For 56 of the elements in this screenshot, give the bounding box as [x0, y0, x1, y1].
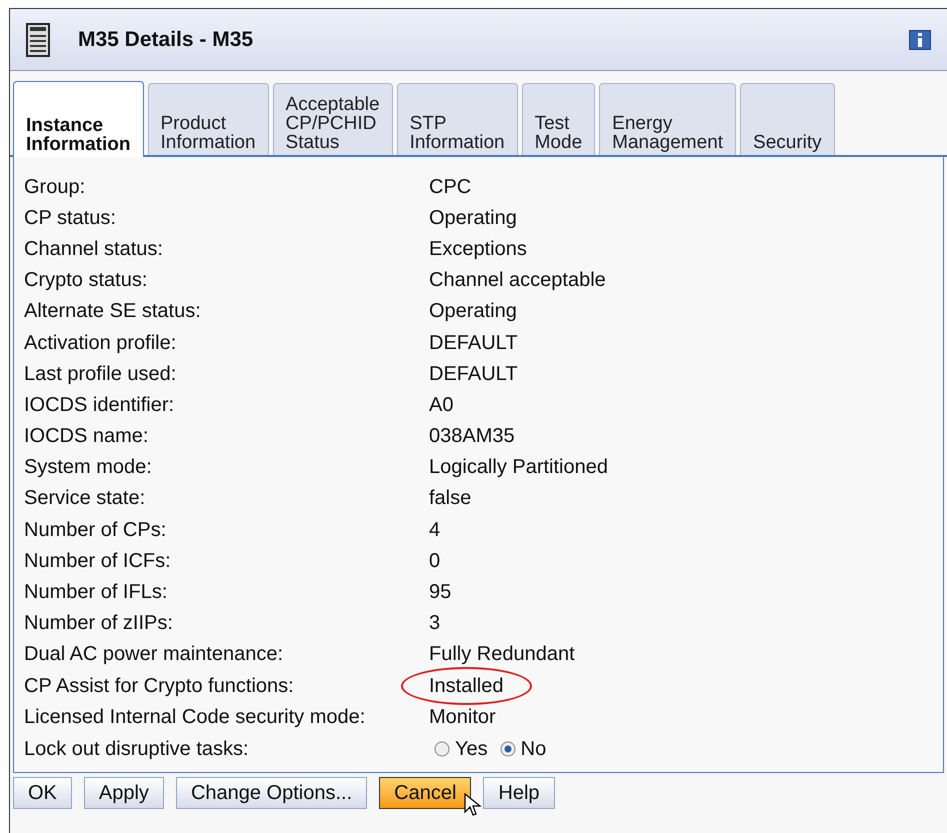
- field-label: CP status:: [24, 206, 117, 231]
- tab[interactable]: Security: [740, 83, 835, 155]
- field-label: Number of CPs:: [24, 518, 168, 543]
- computer-icon: [26, 22, 50, 56]
- field-label: System mode:: [24, 455, 153, 480]
- field-value: DEFAULT: [429, 362, 518, 387]
- field-label: Number of IFLs:: [24, 580, 168, 606]
- dialog-button[interactable]: Help: [483, 777, 555, 809]
- field-label: Group:: [24, 174, 86, 200]
- field-value: 4: [429, 518, 440, 543]
- radio-button[interactable]: [434, 741, 450, 758]
- field-value: Channel acceptable: [429, 268, 606, 294]
- field-value: Installed: [403, 668, 530, 703]
- field-value: Operating: [429, 299, 517, 324]
- field-label: Alternate SE status:: [24, 299, 202, 324]
- field-value: Exceptions: [429, 236, 527, 262]
- window-title: M35 Details - M35: [78, 26, 254, 53]
- dialog-button[interactable]: OK: [13, 777, 72, 809]
- info-icon[interactable]: [909, 30, 931, 50]
- field-label: Crypto status:: [24, 268, 148, 294]
- field-value: Logically Partitioned: [429, 455, 608, 480]
- field-value: DEFAULT: [429, 330, 518, 356]
- radio-label: No: [520, 737, 546, 762]
- field-label: Lock out disruptive tasks:: [24, 737, 250, 762]
- tab[interactable]: Energy Management: [599, 83, 736, 155]
- field-label: Service state:: [24, 486, 146, 512]
- field-label: Dual AC power maintenance:: [24, 642, 284, 668]
- tab[interactable]: Instance Information: [13, 81, 144, 157]
- tab[interactable]: STP Information: [396, 83, 518, 155]
- field-value: Monitor: [429, 704, 496, 730]
- dialog-button[interactable]: Cancel: [379, 777, 472, 809]
- field-label: Channel status:: [24, 236, 164, 262]
- field-value: A0: [429, 392, 454, 418]
- field-label: IOCDS identifier:: [24, 392, 176, 418]
- field-label: IOCDS name:: [24, 424, 150, 450]
- field-label: Last profile used:: [24, 362, 178, 387]
- field-label: Number of ICFs:: [24, 548, 172, 574]
- field-label: Activation profile:: [24, 330, 178, 356]
- field-label: Number of zIIPs:: [24, 611, 174, 636]
- tab[interactable]: Product Information: [148, 83, 269, 155]
- field-value: 3: [429, 611, 440, 636]
- dialog-button[interactable]: Apply: [84, 777, 164, 809]
- tab[interactable]: Acceptable CP/PCHID Status: [272, 83, 393, 155]
- field-label: CP Assist for Crypto functions:: [24, 674, 295, 699]
- field-label: Licensed Internal Code security mode:: [24, 704, 366, 730]
- dialog-button[interactable]: Change Options...: [176, 777, 368, 809]
- field-value: 038AM35: [429, 424, 515, 450]
- radio-label: Yes: [455, 737, 488, 762]
- field-value: Operating: [429, 206, 517, 231]
- field-value: 95: [429, 580, 452, 606]
- field-value: false: [429, 486, 472, 512]
- radio-button[interactable]: [500, 741, 516, 758]
- field-value: Fully Redundant: [429, 642, 575, 668]
- field-value: 0: [429, 548, 440, 574]
- field-value: CPC: [429, 174, 472, 200]
- tab[interactable]: Test Mode: [522, 83, 596, 155]
